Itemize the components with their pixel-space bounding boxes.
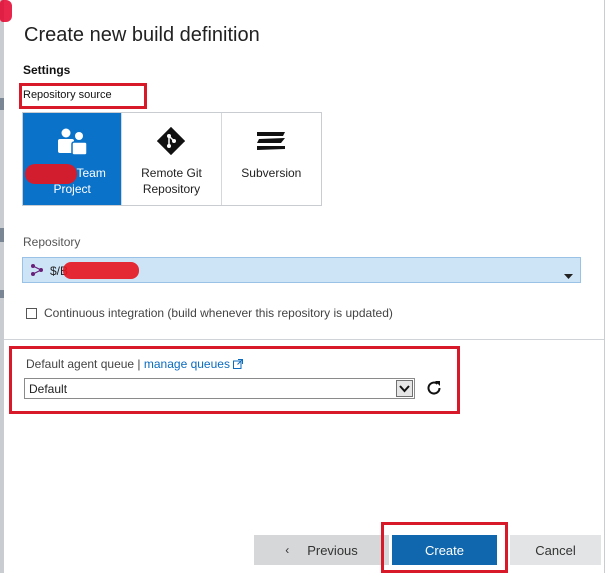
settings-heading: Settings: [23, 63, 71, 77]
manage-queues-link[interactable]: manage queues: [144, 357, 230, 371]
repository-select[interactable]: $/B: [22, 257, 581, 283]
external-link-icon: [233, 357, 244, 371]
cancel-button-label: Cancel: [535, 542, 576, 558]
repository-label: Repository: [23, 235, 81, 249]
previous-button-label: Previous: [307, 542, 358, 558]
team-project-icon: [55, 127, 89, 160]
background-window-marker: [0, 228, 4, 242]
dialog-title: Create new build definition: [24, 24, 260, 46]
repository-source-label: Repository source: [23, 89, 112, 101]
redaction-mark: [0, 0, 12, 22]
source-tile-team-project[interactable]: Team Project: [23, 113, 123, 205]
refresh-icon[interactable]: [424, 378, 444, 398]
source-tile-label: Subversion: [241, 166, 302, 180]
repository-source-selector: Team Project Remote Git Repository Subve…: [22, 112, 322, 206]
continuous-integration-checkbox[interactable]: [26, 307, 37, 319]
background-window-edge: [0, 0, 4, 573]
agent-queue-value: Default: [29, 382, 68, 396]
source-tile-remote-git[interactable]: Remote Git Repository: [122, 113, 222, 205]
repository-icon: [30, 263, 44, 280]
git-icon: [157, 126, 186, 158]
agent-queue-label: Default agent queue | manage queues: [26, 357, 244, 371]
source-tile-label: Remote Git Repository: [141, 166, 202, 196]
create-button-label: Create: [424, 542, 465, 558]
chevron-down-icon: [564, 268, 573, 282]
chevron-left-icon: ‹: [285, 543, 290, 557]
background-window-marker: [0, 290, 4, 298]
divider: [4, 339, 604, 340]
continuous-integration-option[interactable]: Continuous integration (build whenever t…: [26, 306, 393, 320]
continuous-integration-label: Continuous integration (build whenever t…: [44, 306, 393, 320]
agent-queue-label-text: Default agent queue |: [26, 357, 144, 371]
background-window-marker: [0, 98, 4, 110]
agent-queue-select[interactable]: Default: [24, 378, 415, 399]
create-button[interactable]: Create: [392, 535, 497, 565]
previous-button[interactable]: ‹ Previous: [254, 535, 389, 565]
redaction-mark: [63, 262, 139, 279]
chevron-down-icon[interactable]: [396, 380, 413, 397]
cancel-button[interactable]: Cancel: [510, 535, 601, 565]
redaction-mark: [25, 164, 77, 184]
subversion-icon: [254, 127, 288, 156]
source-tile-subversion[interactable]: Subversion: [222, 113, 321, 205]
